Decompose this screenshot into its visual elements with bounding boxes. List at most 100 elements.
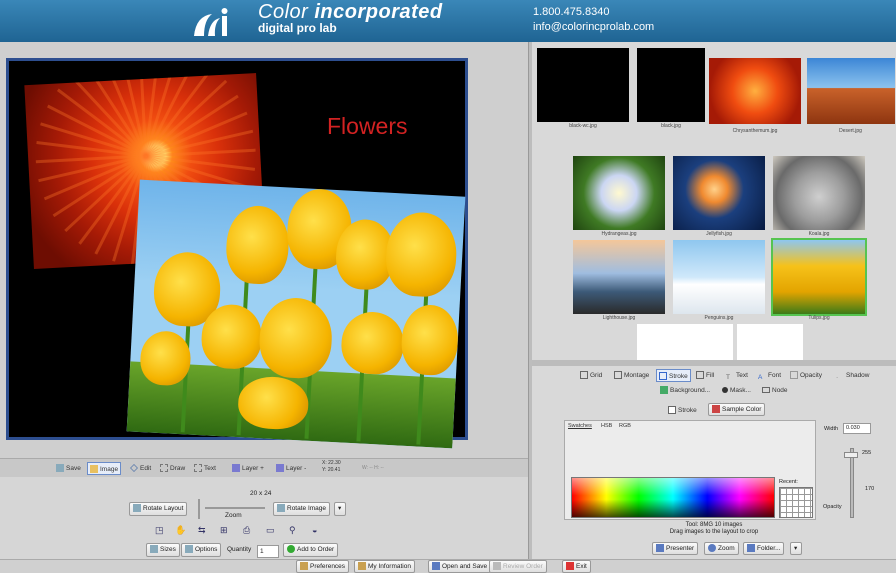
opacity-slider[interactable] [850, 448, 854, 518]
folder-icon [432, 562, 440, 571]
tab-shadow[interactable]: · Shadow [836, 369, 870, 382]
flip-tool-icon[interactable]: ⇆ [198, 525, 208, 535]
footer-bar: Preferences My Information Open and Save… [0, 559, 896, 573]
pan-tool-icon[interactable]: ✋ [175, 525, 186, 535]
layer-down-button[interactable]: Layer - [276, 462, 306, 475]
tab-montage[interactable]: Montage [614, 369, 649, 382]
tab-stroke[interactable]: Stroke [656, 369, 691, 382]
stroke-icon [659, 372, 667, 381]
zoom-button[interactable]: Zoom [704, 542, 739, 555]
tab-swatches[interactable]: Swatches [568, 420, 592, 433]
background-option[interactable]: Background... [660, 384, 710, 397]
edit-tool-button[interactable]: Edit [130, 462, 151, 475]
lighthouse-image-icon [573, 240, 665, 314]
layer-down-icon [276, 464, 284, 473]
sample-color-button[interactable]: Sample Color [708, 403, 766, 416]
rotate-image-menu-button[interactable]: ▾ [334, 502, 346, 516]
exit-icon [566, 562, 574, 571]
opacity-label: Opacity [823, 504, 842, 510]
preferences-button[interactable]: Preferences [296, 560, 350, 573]
color-picker: Swatches HSB RGB Recent: [564, 420, 816, 520]
exit-button[interactable]: Exit [562, 560, 591, 573]
adjust-tool-icon[interactable]: ◒ [312, 525, 322, 535]
recent-colors-grid[interactable] [779, 487, 813, 518]
thumbnail-item[interactable]: Lighthouse.jpg [571, 238, 667, 322]
phone-number: 1.800.475.8340 [533, 6, 610, 18]
search-tool-icon[interactable]: ⚲ [289, 525, 299, 535]
email-address[interactable]: info@colorincprolab.com [533, 21, 654, 33]
montage-icon [614, 371, 622, 380]
tulip [340, 310, 406, 376]
folder-icon [747, 544, 755, 553]
review-order-button[interactable]: Review Order [489, 560, 547, 573]
thumbnail-item[interactable]: Jellyfish.jpg [671, 154, 767, 238]
add-icon [287, 545, 295, 554]
width-input[interactable]: 0.030 [843, 423, 871, 434]
brand-subtitle: digital pro lab [258, 21, 337, 35]
layout-canvas[interactable]: Flowers [6, 58, 468, 449]
options-button[interactable]: Options [181, 543, 222, 557]
my-information-button[interactable]: My Information [354, 560, 415, 573]
tab-opacity[interactable]: Opacity [790, 369, 822, 382]
thumbnail-item[interactable]: Chrysanthemum.jpg [707, 56, 803, 140]
node-option[interactable]: Node [762, 384, 788, 397]
rotate-image-icon [277, 504, 285, 513]
checkbox-icon [668, 406, 676, 415]
presenter-button[interactable]: Presenter [652, 542, 699, 555]
black-image-icon [637, 48, 705, 122]
thumbnail-item[interactable]: black.jpg [635, 46, 707, 130]
thumbnail-item[interactable]: Koala.jpg [771, 154, 867, 238]
opacity-slider-knob[interactable] [844, 452, 858, 458]
zoom-slider[interactable] [205, 507, 265, 509]
empty-thumbnail-slot[interactable] [637, 324, 733, 360]
tab-rgb[interactable]: RGB [619, 420, 631, 433]
tulips-photo[interactable] [126, 179, 466, 449]
property-tabs: Grid Montage Stroke Fill T Text A Font Opa… [532, 366, 896, 382]
crop-tool-icon[interactable]: ◳ [155, 525, 165, 535]
thumbnail-item[interactable]: Desert.jpg [805, 56, 896, 140]
tab-hsb[interactable]: HSB [601, 420, 612, 433]
empty-thumbnail-slot[interactable] [737, 324, 803, 360]
sizes-button[interactable]: Sizes [146, 543, 180, 557]
tab-fill[interactable]: Fill [696, 369, 714, 382]
color-swatch-grid[interactable] [571, 477, 775, 518]
rotate-layout-icon [133, 504, 141, 513]
folder-button[interactable]: Folder... [743, 542, 785, 555]
thumbnail-item-selected[interactable]: Tulips.jpg [771, 238, 867, 322]
mask-option[interactable]: Mask... [722, 384, 751, 397]
thumbnail-item[interactable]: Hydrangeas.jpg [571, 154, 667, 238]
tab-grid[interactable]: Grid [580, 369, 602, 382]
options-icon [185, 545, 193, 554]
cart-icon [493, 562, 501, 571]
text-tool-button[interactable]: Text [194, 462, 216, 475]
tab-font[interactable]: A Font [758, 369, 781, 382]
print-tool-icon[interactable]: ⎙ [243, 525, 253, 535]
properties-panel: Grid Montage Stroke Fill T Text A Font Opa… [532, 366, 896, 559]
thumbnail-item[interactable]: Penguins.jpg [671, 238, 767, 322]
tab-text[interactable]: T Text [726, 369, 748, 382]
mask-radio-icon [722, 387, 728, 394]
open-and-save-button[interactable]: Open and Save [428, 560, 492, 573]
image-tool-button[interactable]: Image [87, 462, 122, 475]
thumbnail-caption: Hydrangeas.jpg [601, 231, 637, 237]
grid-tool-icon[interactable]: ⊞ [220, 525, 230, 535]
quantity-input[interactable]: 1 [257, 545, 279, 558]
layer-up-icon [232, 464, 240, 473]
add-to-order-button[interactable]: Add to Order [283, 543, 339, 557]
width-label: Width [824, 426, 839, 432]
stroke-checkbox[interactable]: Stroke [668, 404, 697, 417]
thumbnail-item[interactable]: black-wc.jpg [535, 46, 631, 130]
zoom-label: Zoom [225, 512, 242, 519]
draw-tool-button[interactable]: Draw [160, 462, 185, 475]
folder-menu-button[interactable]: ▾ [790, 542, 802, 555]
stroke-row: Stroke Sample Color [532, 402, 896, 416]
zoom-icon [708, 544, 716, 553]
thumbnail-caption: black.jpg [661, 123, 681, 129]
save-button[interactable]: Save [56, 462, 81, 475]
rotate-layout-button[interactable]: Rotate Layout [129, 502, 188, 516]
layer-up-button[interactable]: Layer + [232, 462, 264, 475]
text-icon: T [726, 374, 730, 382]
layout-caption-text[interactable]: Flowers [327, 113, 408, 139]
rotate-image-button[interactable]: Rotate Image [273, 502, 331, 516]
scanner-tool-icon[interactable]: ▭ [266, 525, 276, 535]
